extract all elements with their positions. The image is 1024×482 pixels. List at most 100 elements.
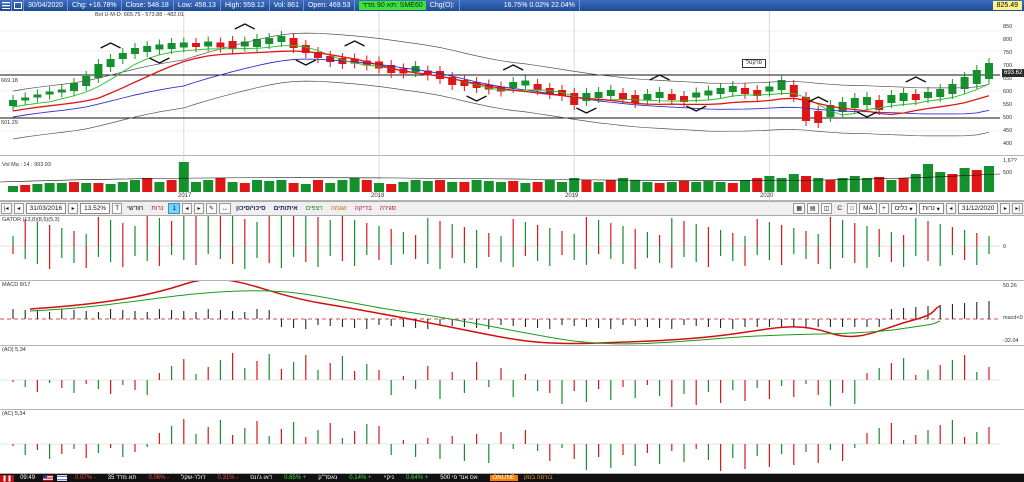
tools-select-label: כלים [894, 205, 908, 212]
candle-body [106, 59, 115, 67]
end-next-button[interactable]: ▸ [1000, 203, 1011, 214]
volume-bar [349, 178, 360, 192]
volume-bar [801, 176, 811, 192]
volume-bar [947, 174, 958, 192]
quote-volume: Vol: 861 [270, 0, 304, 11]
fractal-marker [807, 96, 829, 103]
price-chart-panel[interactable]: Bol U-M-D: 665.75 - 573.88 - 482.01 669.… [0, 11, 1024, 156]
c-label[interactable]: C [837, 205, 842, 212]
volume-bar [532, 182, 543, 192]
ticker-item: ניקיי [383, 475, 395, 481]
page-number-field[interactable]: 1 [168, 203, 180, 214]
pause-icon[interactable]: ❚❚ [0, 474, 15, 482]
volume-bar [325, 183, 336, 192]
trend-link[interactable]: שגמה [331, 205, 347, 212]
page-prev-button[interactable]: ◂ [182, 203, 192, 214]
fractal-marker [856, 111, 878, 118]
ticker-item: 0.31% - [217, 475, 239, 481]
gator-legend: GATOR (13,8)(8,5)(5,3) [2, 217, 60, 223]
macd-axis-bottom: -32.04 [1003, 338, 1019, 344]
next-button[interactable]: ▸ [68, 203, 79, 214]
volume-bar [142, 178, 153, 192]
alerts-link[interactable]: איתותים [274, 205, 298, 212]
candle-body [436, 71, 444, 79]
price-chart-canvas[interactable] [0, 11, 1024, 156]
candle-body [728, 86, 737, 92]
symbol-tag[interactable]: תא 90 מדד: SME60 [359, 1, 426, 10]
volume-panel[interactable]: Vol Ma : 14 : 993.93 1,6?? 500 2017 2018… [0, 156, 1024, 201]
fractal-marker [466, 95, 487, 102]
candle-body [265, 38, 274, 44]
first-button[interactable]: |◂ [1, 203, 12, 214]
volume-bar [313, 180, 323, 192]
price-axis-label: 850 [1003, 24, 1013, 30]
chart-icon[interactable]: ▤ [807, 203, 819, 214]
candle-body [179, 42, 188, 48]
ticker-item: דולר-שקל [181, 475, 206, 481]
volume-bar [886, 180, 897, 192]
check-link[interactable]: בדיקה [355, 205, 372, 212]
gator-canvas[interactable] [0, 216, 1024, 281]
volume-bar [374, 183, 384, 192]
ao-canvas[interactable] [0, 346, 1024, 410]
pencil-icon[interactable]: ✎ [206, 203, 218, 214]
clock-time: 09:49 [20, 475, 36, 481]
camera-icon[interactable]: ◫ [820, 203, 833, 214]
signals-link[interactable]: סיכוי/סיכון [236, 205, 266, 212]
volume-bar [630, 180, 641, 192]
volume-bar [849, 176, 860, 192]
volume-bar [81, 183, 92, 192]
type-label[interactable]: נרות [151, 205, 163, 212]
ma-field[interactable]: MA [859, 203, 877, 214]
volume-bar [764, 176, 775, 192]
ac-canvas[interactable] [0, 410, 1024, 474]
volume-bar [935, 172, 946, 192]
volume-bar [569, 178, 580, 192]
volume-axis-top: 1,6?? [1003, 158, 1017, 164]
volume-bar [93, 183, 104, 192]
candle-body [570, 93, 579, 105]
ao-panel[interactable]: (AO) 5,34 [0, 346, 1024, 410]
volume-bar [386, 184, 397, 192]
volume-bar [337, 180, 348, 192]
macd-canvas[interactable] [0, 281, 1024, 346]
volume-bar [862, 178, 872, 192]
year-label-2018: 2018 [371, 193, 385, 199]
candle-body [21, 97, 30, 101]
streaks-link[interactable]: רצפים [306, 205, 323, 212]
percent-field[interactable]: 13.52% [80, 203, 111, 214]
price-axis-label: 650 [1003, 76, 1013, 82]
volume-bar [752, 178, 763, 192]
last-button[interactable]: ▸| [1012, 203, 1023, 214]
candle-body [789, 85, 798, 97]
volume-bar [215, 178, 226, 192]
gator-panel[interactable]: GATOR (13,8)(8,5)(5,3) 0 [0, 216, 1024, 281]
prev-button[interactable]: ◂ [13, 203, 24, 214]
scroll-button[interactable]: ↔ [219, 203, 232, 214]
volume-bar [410, 180, 421, 192]
volume-bar [32, 184, 43, 192]
macd-panel[interactable]: MACD 8/17 50.26 macd<0 -32.04 [0, 281, 1024, 346]
fractal-marker [100, 42, 121, 49]
end-prev-button[interactable]: ◂ [945, 203, 956, 214]
text-tool-button[interactable]: T [112, 203, 123, 214]
volume-bar [557, 182, 567, 192]
box-toggle[interactable]: □ [847, 203, 858, 214]
menu-icon[interactable] [0, 0, 12, 11]
gator-zero-label: 0 [1003, 244, 1007, 250]
start-date-field[interactable]: 31/03/2016 [25, 203, 67, 214]
candle-body [594, 92, 603, 98]
volume-canvas[interactable] [0, 156, 1024, 201]
volume-bar [276, 180, 287, 192]
volume-bar [984, 166, 994, 192]
ac-panel[interactable]: (AC) 5,34 [0, 410, 1024, 474]
scan-link[interactable]: סגירה [380, 205, 396, 212]
page-next-button[interactable]: ▸ [194, 203, 204, 214]
tools-select[interactable]: כלים ▾ [890, 203, 917, 214]
period-label[interactable]: חודשי [127, 205, 143, 212]
ma-add-button[interactable]: + [878, 203, 889, 214]
end-date-field[interactable]: 31/12/2020 [957, 203, 999, 214]
grid-icon[interactable]: ▦ [793, 203, 806, 214]
window-icon[interactable] [12, 0, 24, 11]
chart-type-select[interactable]: נרות ▾ [918, 203, 944, 214]
